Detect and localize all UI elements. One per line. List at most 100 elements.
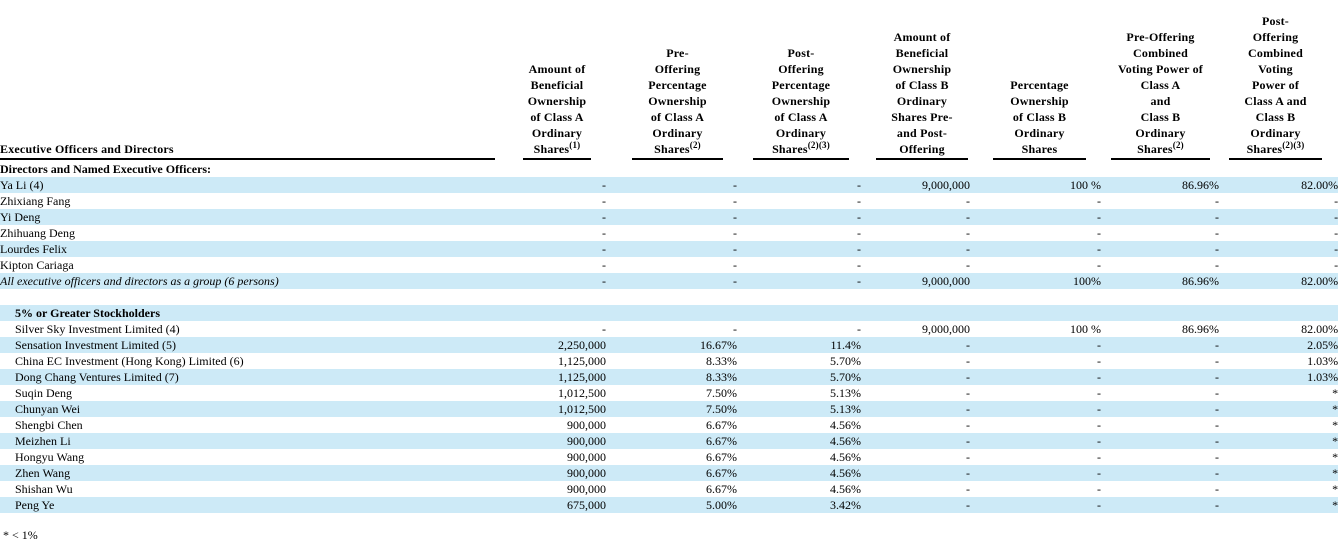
value-cell: -	[1101, 497, 1219, 513]
header-line: Ordinary	[1135, 126, 1186, 140]
value-cell: -	[1101, 337, 1219, 353]
value-cell: 4.56%	[737, 465, 861, 481]
header-line: Shares	[1021, 142, 1058, 156]
value-cell: -	[1097, 450, 1101, 464]
header-line: Beneficial	[530, 78, 584, 92]
column-header: Amount of Beneficial Ownership of Class A Or…	[523, 0, 591, 160]
header-line: Shares(2)	[1137, 141, 1184, 157]
header-line: Amount of	[893, 30, 951, 44]
empty-cell	[495, 289, 606, 305]
header-line: Class B	[1140, 110, 1181, 124]
value-cell: *	[1219, 433, 1338, 449]
value-cell: 4.56%	[830, 482, 861, 496]
value-cell: 675,000	[495, 497, 606, 513]
header-line: Ordinary	[896, 94, 948, 108]
footnote-ref: (2)	[1172, 140, 1184, 150]
column-header: Pre- Offering Percentage Ownership of Class …	[632, 0, 723, 160]
value-cell: -	[733, 226, 737, 240]
section-row: 5% or Greater Stockholders	[0, 305, 1338, 321]
value-cell: 100 %	[970, 177, 1101, 193]
value-cell: *	[1219, 465, 1338, 481]
header-line: Shares(2)	[654, 141, 701, 157]
holder-name: Lourdes Felix	[0, 241, 495, 257]
value-cell: 86.96%	[1182, 322, 1219, 336]
value-cell: -	[970, 497, 1101, 513]
table-row: Kipton Cariaga - - - - - - -	[0, 257, 1338, 273]
holder-name: All executive officers and directors as …	[0, 273, 495, 289]
table-row: Zhixiang Fang - - - - - - -	[0, 193, 1338, 209]
value-cell: 9,000,000	[861, 177, 970, 193]
value-cell: -	[602, 194, 606, 208]
value-cell: -	[861, 337, 970, 353]
holder-name: Shishan Wu	[15, 482, 73, 496]
value-cell: -	[1101, 433, 1219, 449]
header-line: Percentage	[648, 78, 707, 92]
table-row: Ya Li (4) - - -9,000,000 100 % 86.96% 82.00%	[0, 177, 1338, 193]
footnote-ref: (2)	[689, 140, 701, 150]
value-cell: 8.33%	[606, 369, 737, 385]
holder-name: Sensation Investment Limited (5)	[0, 337, 495, 353]
holder-name: Dong Chang Ventures Limited (7)	[0, 369, 495, 385]
value-cell: 5.13%	[830, 386, 861, 400]
value-cell: -	[1219, 241, 1338, 257]
value-cell: 82.00%	[1219, 273, 1338, 289]
value-cell: -	[1101, 401, 1219, 417]
value-cell: -	[970, 401, 1101, 417]
header-line: Amount of	[528, 62, 586, 76]
value-cell: -	[966, 482, 970, 496]
header-line: Class A and	[1244, 94, 1307, 108]
value-cell: -	[1215, 226, 1219, 240]
header-text: Shares	[1137, 142, 1173, 156]
table-row: Dong Chang Ventures Limited (7) 1,125,000…	[0, 369, 1338, 385]
table-row: China EC Investment (Hong Kong) Limited …	[0, 353, 1338, 369]
footnote: * < 1%	[3, 528, 38, 542]
value-cell: -	[602, 226, 606, 240]
value-cell: 4.56%	[737, 433, 861, 449]
header-line: Percentage	[1010, 78, 1069, 92]
value-cell: -	[861, 433, 970, 449]
table-row: Sensation Investment Limited (5) 2,250,00…	[0, 337, 1338, 353]
value-cell: 6.67%	[706, 450, 737, 464]
value-cell: -	[1097, 386, 1101, 400]
value-cell: 100 %	[1070, 322, 1101, 336]
value-cell: -	[970, 465, 1101, 481]
value-cell: 5.70%	[737, 369, 861, 385]
value-cell: 5.13%	[737, 401, 861, 417]
empty-cell	[1219, 289, 1338, 305]
value-cell: 9,000,000	[922, 322, 970, 336]
value-cell: 6.67%	[706, 418, 737, 432]
value-cell: -	[495, 273, 606, 289]
table-row: Lourdes Felix - - - - - - -	[0, 241, 1338, 257]
value-cell: -	[970, 433, 1101, 449]
value-cell: *	[1332, 418, 1338, 432]
header-line: Percentage	[771, 78, 831, 92]
value-cell: *	[1219, 497, 1338, 513]
header-text: Shares	[1246, 142, 1283, 156]
value-cell: 4.56%	[830, 418, 861, 432]
value-cell: -	[495, 241, 606, 257]
value-cell: -	[733, 322, 737, 336]
value-cell: -	[966, 194, 970, 208]
header-line: Ownership	[771, 94, 831, 108]
value-cell: -	[602, 322, 606, 336]
value-cell: -	[737, 241, 861, 257]
value-cell: -	[606, 273, 737, 289]
header-line: Voting Power of	[1118, 62, 1203, 76]
value-cell: -	[606, 241, 737, 257]
holder-name: Hongyu Wang	[15, 450, 85, 464]
value-cell: -	[495, 177, 606, 193]
value-cell: -	[970, 337, 1101, 353]
value-cell: 8.33%	[706, 354, 737, 368]
table-row: Chunyan Wei 1,012,500 7.50% 5.13% - - - *	[0, 401, 1338, 417]
header-line: of Class A	[774, 110, 828, 124]
value-cell: -	[861, 209, 970, 225]
value-cell: -	[1215, 418, 1219, 432]
holder-name: Shengbi Chen	[15, 418, 83, 432]
table-row: Hongyu Wang 900,000 6.67% 4.56% - - - *	[0, 449, 1338, 465]
header-line: of Class A	[650, 110, 705, 124]
header-line: Voting	[1258, 62, 1293, 76]
holder-name: Meizhen Li	[0, 433, 495, 449]
value-cell: 82.00%	[1301, 322, 1338, 336]
footnote-ref: (2)(3)	[807, 140, 830, 150]
value-cell: -	[966, 226, 970, 240]
